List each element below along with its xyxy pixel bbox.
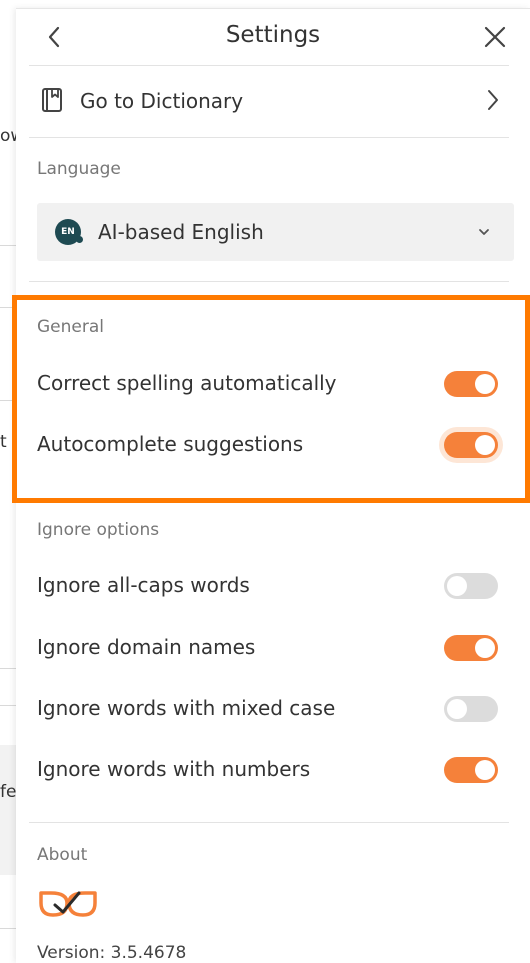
option-label: Ignore words with numbers: [37, 757, 311, 781]
settings-header: Settings: [16, 9, 530, 65]
book-icon: [42, 88, 62, 112]
option-label: Ignore all-caps words: [37, 573, 250, 597]
autocomplete-toggle[interactable]: [444, 432, 498, 458]
toggle-knob: [475, 374, 495, 394]
divider: [29, 281, 509, 282]
divider: [29, 822, 509, 823]
background-divider: [0, 245, 16, 246]
chevron-down-icon: [479, 229, 489, 235]
toggle-knob: [475, 435, 495, 455]
option-correct-spelling: Correct spelling automatically: [37, 364, 499, 404]
option-ignore-numbers: Ignore words with numbers: [37, 750, 499, 790]
correct-spelling-toggle[interactable]: [444, 371, 498, 397]
background-block: [0, 745, 16, 875]
background-divider: [0, 668, 16, 669]
languagetool-logo-icon: [39, 891, 97, 917]
language-badge: EN: [55, 219, 83, 245]
toggle-knob: [475, 638, 495, 658]
go-to-dictionary-label: Go to Dictionary: [80, 89, 244, 113]
toggle-knob: [475, 760, 495, 780]
toggle-knob: [447, 576, 467, 596]
divider: [29, 65, 509, 66]
toggle-knob: [447, 699, 467, 719]
option-label: Autocomplete suggestions: [37, 432, 304, 456]
option-label: Ignore words with mixed case: [37, 696, 336, 720]
ignore-mixed-case-toggle[interactable]: [444, 696, 498, 722]
ignore-all-caps-toggle[interactable]: [444, 573, 498, 599]
language-section-title: Language: [37, 159, 121, 179]
background-divider: [0, 705, 16, 706]
ignore-numbers-toggle[interactable]: [444, 757, 498, 783]
version-text: Version: 3.5.4678: [37, 943, 187, 963]
option-autocomplete: Autocomplete suggestions: [37, 425, 499, 465]
option-ignore-all-caps: Ignore all-caps words: [37, 566, 499, 606]
close-icon: [484, 26, 506, 48]
background-text-fragment: t: [0, 432, 7, 452]
page-title: Settings: [225, 22, 321, 48]
close-button[interactable]: [481, 23, 509, 51]
settings-panel: Settings Go to Dictionary Language EN AI…: [12, 8, 530, 963]
ignore-domains-toggle[interactable]: [444, 635, 498, 661]
general-section-title: General: [37, 317, 104, 337]
go-to-dictionary-link[interactable]: Go to Dictionary: [29, 71, 509, 131]
about-section-title: About: [37, 845, 88, 865]
chevron-right-icon: [488, 90, 498, 110]
option-ignore-domains: Ignore domain names: [37, 628, 499, 668]
option-ignore-mixed-case: Ignore words with mixed case: [37, 689, 499, 729]
ignore-section-title: Ignore options: [37, 520, 160, 540]
background-text-fragment: fe: [0, 782, 17, 802]
divider: [29, 137, 509, 138]
option-label: Ignore domain names: [37, 635, 256, 659]
language-select[interactable]: EN AI-based English: [37, 203, 514, 261]
language-select-value: AI-based English: [98, 220, 264, 244]
background-divider: [0, 928, 16, 929]
option-label: Correct spelling automatically: [37, 371, 337, 395]
